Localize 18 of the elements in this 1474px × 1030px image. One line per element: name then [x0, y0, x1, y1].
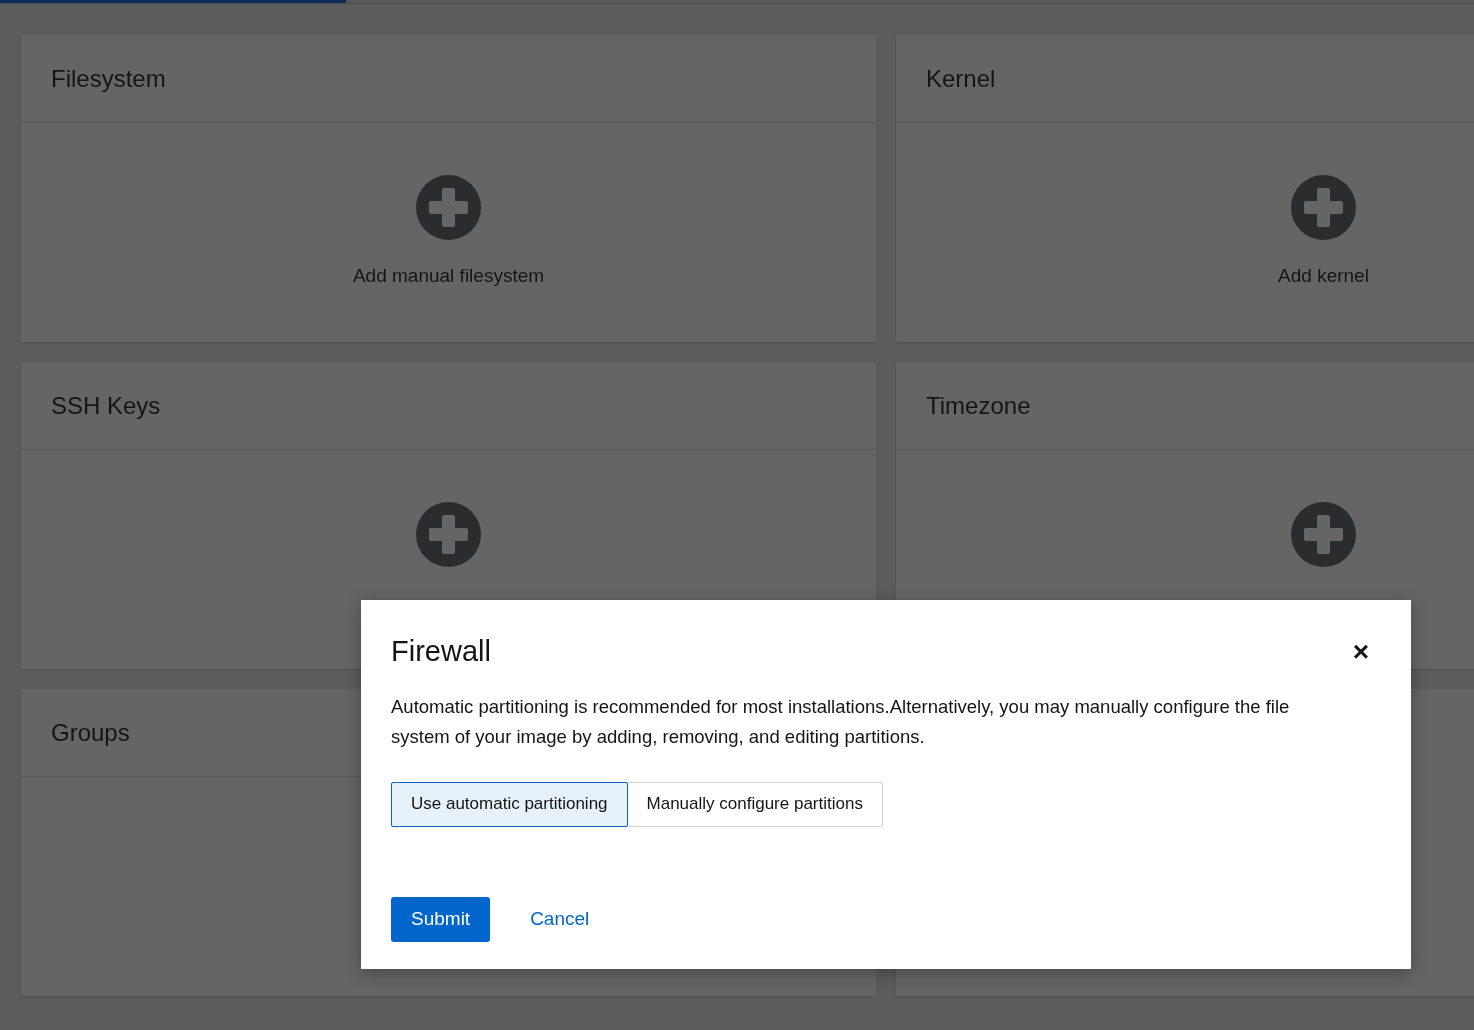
card-action-label[interactable]: Add kernel: [1278, 262, 1369, 291]
toggle-option[interactable]: Use automatic partitioning: [391, 781, 628, 827]
add-icon[interactable]: [416, 502, 481, 567]
cancel-link[interactable]: Cancel: [508, 896, 612, 942]
toggle-option[interactable]: Manually configure partitions: [626, 781, 883, 827]
card-action-label[interactable]: Add manual filesystem: [352, 262, 545, 291]
submit-button[interactable]: Submit: [391, 896, 491, 942]
modal-description: Automatic partitioning is recommended for most installations.Alternatively, you may manually configure the file system of your image by adding, removing, and editing partitions.: [391, 694, 1291, 749]
card-title: Timezone: [926, 390, 1031, 421]
card-title: Groups: [51, 717, 130, 748]
add-icon[interactable]: [1291, 175, 1356, 240]
card-title: Kernel: [926, 63, 996, 94]
modal-title: Firewall: [391, 634, 491, 669]
add-icon[interactable]: [1291, 502, 1356, 567]
close-button[interactable]: ×: [1352, 637, 1369, 666]
card-title: Filesystem: [51, 63, 166, 94]
card-title: SSH Keys: [51, 390, 161, 421]
add-icon[interactable]: [416, 175, 481, 240]
